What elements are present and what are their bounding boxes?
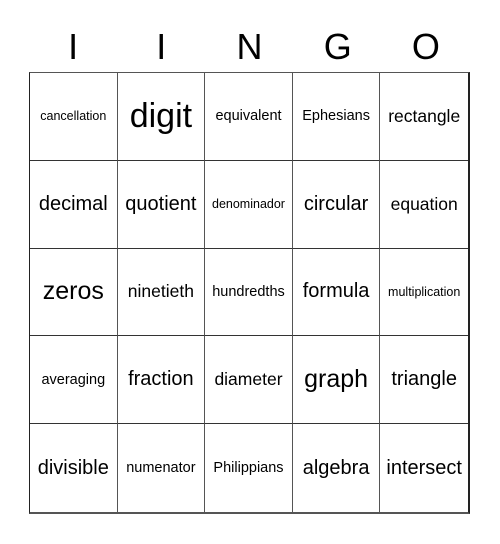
- bingo-cell[interactable]: equation: [380, 161, 468, 249]
- bingo-cell-word: hundredths: [212, 283, 285, 300]
- bingo-header: I I N G O: [29, 22, 470, 72]
- bingo-cell-word: averaging: [41, 371, 106, 388]
- header-letter: I: [68, 26, 79, 67]
- bingo-cell[interactable]: cancellation: [30, 73, 118, 161]
- bingo-cell[interactable]: denominador: [205, 160, 293, 249]
- bingo-cell[interactable]: rectangle: [380, 73, 468, 161]
- bingo-cell-word: zeros: [42, 277, 104, 306]
- bingo-cell[interactable]: hundredths: [205, 248, 293, 337]
- header-letter: I: [156, 26, 167, 67]
- bingo-cell[interactable]: quotient: [117, 160, 206, 249]
- bingo-cell-word: digit: [129, 96, 193, 135]
- bingo-cell-word: quotient: [125, 192, 197, 215]
- header-letter: G: [323, 26, 352, 67]
- bingo-cell-word: fraction: [128, 368, 194, 391]
- bingo-cell[interactable]: intersect: [380, 424, 468, 512]
- header-letter: N: [236, 26, 263, 67]
- bingo-cell-word: multiplication: [388, 284, 461, 299]
- bingo-cell-word: equivalent: [215, 108, 282, 125]
- bingo-cell[interactable]: Philippians: [205, 424, 293, 512]
- bingo-cell[interactable]: Ephesians: [292, 73, 381, 161]
- bingo-cell[interactable]: divisible: [30, 424, 118, 512]
- bingo-cell-word: divisible: [37, 456, 109, 479]
- bingo-cell[interactable]: triangle: [380, 336, 468, 425]
- bingo-cell[interactable]: decimal: [30, 160, 118, 249]
- bingo-cell-word: Philippians: [213, 460, 284, 477]
- bingo-cell-word: graph: [304, 365, 369, 394]
- bingo-cell-word: intersect: [386, 456, 462, 479]
- bingo-cell-word: equation: [390, 193, 458, 214]
- bingo-cell-word: denominador: [212, 197, 285, 212]
- bingo-cell[interactable]: zeros: [30, 248, 118, 337]
- bingo-cell[interactable]: algebra: [293, 424, 381, 512]
- bingo-cell[interactable]: digit: [117, 73, 206, 161]
- bingo-cell-word: Ephesians: [302, 108, 370, 125]
- bingo-cell-word: circular: [303, 192, 369, 215]
- bingo-cell[interactable]: averaging: [30, 336, 118, 425]
- bingo-cell[interactable]: equivalent: [205, 73, 293, 161]
- bingo-cell-word: cancellation: [40, 109, 107, 124]
- bingo-cell[interactable]: formula: [292, 248, 381, 337]
- bingo-cell-word: rectangle: [388, 105, 461, 126]
- bingo-cell-word: numenator: [126, 460, 196, 477]
- header-letter: O: [411, 26, 440, 67]
- bingo-cell-word: triangle: [391, 368, 457, 391]
- bingo-cell-word: algebra: [302, 456, 370, 479]
- bingo-cell[interactable]: diameter: [205, 336, 293, 425]
- bingo-cell-word: diameter: [214, 369, 283, 390]
- bingo-cell[interactable]: multiplication: [380, 249, 468, 337]
- bingo-cell[interactable]: graph: [292, 336, 381, 425]
- bingo-cell[interactable]: circular: [292, 160, 381, 249]
- bingo-cell[interactable]: ninetieth: [117, 248, 206, 337]
- bingo-cell-word: formula: [302, 280, 370, 303]
- bingo-cell[interactable]: numenator: [118, 424, 206, 512]
- bingo-board: cancellation digit equivalent Ephesians rect…: [29, 72, 470, 514]
- bingo-cell-word: decimal: [38, 192, 108, 215]
- bingo-cell[interactable]: fraction: [117, 336, 206, 425]
- bingo-cell-word: ninetieth: [127, 281, 194, 302]
